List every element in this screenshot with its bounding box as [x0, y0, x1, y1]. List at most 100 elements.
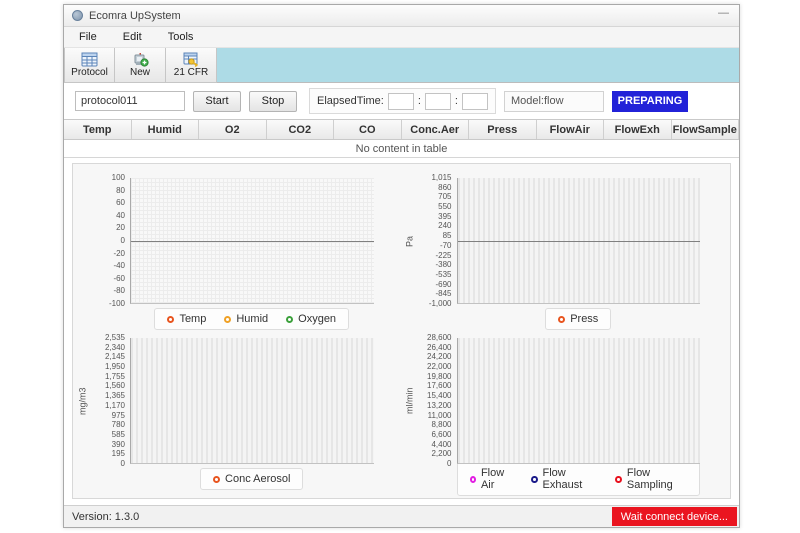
legend-row: Conc Aerosol — [75, 464, 402, 494]
y-tick-label: -20 — [90, 250, 125, 258]
protocol-button[interactable]: Protocol — [64, 48, 115, 83]
y-tick-label: -535 — [417, 271, 452, 279]
series-label: Flow Air — [481, 467, 513, 491]
legend-item: Temp — [167, 313, 206, 325]
y-tick-label: 860 — [417, 184, 452, 192]
new-button[interactable]: New — [115, 48, 166, 83]
protocol-name-input[interactable] — [75, 91, 185, 111]
legend-row: Temp Humid Oxygen — [75, 304, 402, 334]
table-column-header: FlowAir — [537, 120, 605, 139]
y-tick-label: -690 — [417, 281, 452, 289]
table-column-header: CO2 — [267, 120, 335, 139]
y-tick-label: 28,600 — [417, 334, 452, 342]
chart-legend: Temp Humid Oxygen — [154, 308, 349, 330]
desktop: Ecomra UpSystem — File Edit Tools Protocol — [0, 0, 800, 533]
table-column-header: Humid — [132, 120, 200, 139]
chart-conc-aerosol: mg/m3 2,5352,3402,1451,9501,7551,5601,36… — [75, 336, 402, 496]
y-tick-label: 17,600 — [417, 382, 452, 390]
series-marker-icon — [167, 316, 174, 323]
y-tick-label: 15,400 — [417, 392, 452, 400]
y-tick-label: -80 — [90, 287, 125, 295]
elapsed-seconds-input[interactable] — [462, 93, 488, 110]
legend-item: Flow Exhaust — [531, 467, 597, 491]
y-tick-label: 550 — [417, 203, 452, 211]
y-tick-label: 40 — [90, 212, 125, 220]
y-tick-label: 780 — [90, 421, 125, 429]
y-tick-label: -225 — [417, 252, 452, 260]
zero-line — [131, 241, 374, 242]
protocol-button-label: Protocol — [71, 68, 108, 78]
chart-legend: Flow AirFlow ExhaustFlow Sampling — [457, 462, 701, 496]
menu-item[interactable]: File — [70, 29, 106, 45]
y-tick-label: 195 — [90, 450, 125, 458]
time-separator: : — [418, 95, 421, 107]
preparing-status-badge: PREPARING — [612, 91, 688, 112]
menu-item[interactable]: Tools — [159, 29, 203, 45]
y-tick-label: 1,950 — [90, 363, 125, 371]
control-row: Start Stop ElapsedTime: : : Model:flow P… — [64, 85, 739, 117]
titlebar[interactable]: Ecomra UpSystem — — [64, 5, 739, 27]
y-tick-label: 975 — [90, 412, 125, 420]
y-axis-ticks: 2,5352,3402,1451,9501,7551,5601,3651,170… — [90, 334, 130, 468]
elapsed-time-group: ElapsedTime: : : — [309, 88, 496, 114]
y-tick-label: 60 — [90, 199, 125, 207]
app-window: Ecomra UpSystem — File Edit Tools Protocol — [63, 4, 740, 528]
start-button[interactable]: Start — [193, 91, 241, 112]
table-key-icon — [183, 52, 200, 67]
version-label: Version: 1.3.0 — [72, 511, 139, 523]
elapsed-minutes-input[interactable] — [425, 93, 451, 110]
table-header: TempHumidO2CO2COConc.AerPressFlowAirFlow… — [64, 119, 739, 140]
table-column-header: Conc.Aer — [402, 120, 470, 139]
model-field[interactable]: Model:flow — [504, 91, 604, 112]
table-column-header: FlowSample — [672, 120, 740, 139]
series-label: Flow Exhaust — [543, 467, 598, 491]
table-empty-message: No content in table — [64, 140, 739, 158]
table-icon — [81, 52, 98, 67]
device-status-badge: Wait connect device... — [612, 507, 737, 526]
table-column-header: Temp — [64, 120, 132, 139]
legend-item: Humid — [224, 313, 268, 325]
plot-area — [457, 338, 701, 464]
legend-row: Flow AirFlow ExhaustFlow Sampling — [402, 464, 729, 494]
y-tick-label: -40 — [90, 262, 125, 270]
y-axis-ticks: 28,60026,40024,20022,00019,80017,60015,4… — [417, 334, 457, 468]
zero-line — [458, 241, 701, 242]
elapsed-hours-input[interactable] — [388, 93, 414, 110]
y-tick-label: 1,015 — [417, 174, 452, 182]
stop-button[interactable]: Stop — [249, 91, 297, 112]
menu-item[interactable]: Edit — [114, 29, 151, 45]
y-tick-label: 2,145 — [90, 353, 125, 361]
y-tick-label: 1,365 — [90, 392, 125, 400]
series-label: Humid — [236, 313, 268, 325]
cfr-button-label: 21 CFR — [174, 68, 208, 78]
y-tick-label: 2,200 — [417, 450, 452, 458]
y-tick-label: 24,200 — [417, 353, 452, 361]
table-column-header: CO — [334, 120, 402, 139]
series-label: Conc Aerosol — [225, 473, 290, 485]
legend-item: Press — [558, 313, 598, 325]
cfr-button[interactable]: 21 CFR — [166, 48, 217, 83]
series-marker-icon — [558, 316, 565, 323]
table-column-header: Press — [469, 120, 537, 139]
y-tick-label: 80 — [90, 187, 125, 195]
charts-panel: 100806040200-20-40-60-80-100 TempHumidOx… — [72, 163, 731, 499]
y-tick-label: 705 — [417, 193, 452, 201]
y-tick-label: 26,400 — [417, 344, 452, 352]
legend-item: Flow Air — [470, 467, 514, 491]
legend-item: Oxygen — [286, 313, 336, 325]
legend-item: Conc Aerosol — [213, 473, 290, 485]
y-tick-label: 100 — [90, 174, 125, 182]
y-tick-label: 0 — [90, 237, 125, 245]
y-tick-label: 6,600 — [417, 431, 452, 439]
series-marker-icon — [213, 476, 220, 483]
y-tick-label: 13,200 — [417, 402, 452, 410]
main-content: Start Stop ElapsedTime: : : Model:flow P… — [64, 83, 739, 505]
y-tick-label: 85 — [417, 232, 452, 240]
chart-flows: ml/min 28,60026,40024,20022,00019,80017,… — [402, 336, 729, 496]
y-tick-label: 2,340 — [90, 344, 125, 352]
y-tick-label: 8,800 — [417, 421, 452, 429]
y-tick-label: 390 — [90, 441, 125, 449]
legend-row: Press — [402, 304, 729, 334]
y-tick-label: 19,800 — [417, 373, 452, 381]
minimize-button[interactable]: — — [718, 7, 729, 19]
